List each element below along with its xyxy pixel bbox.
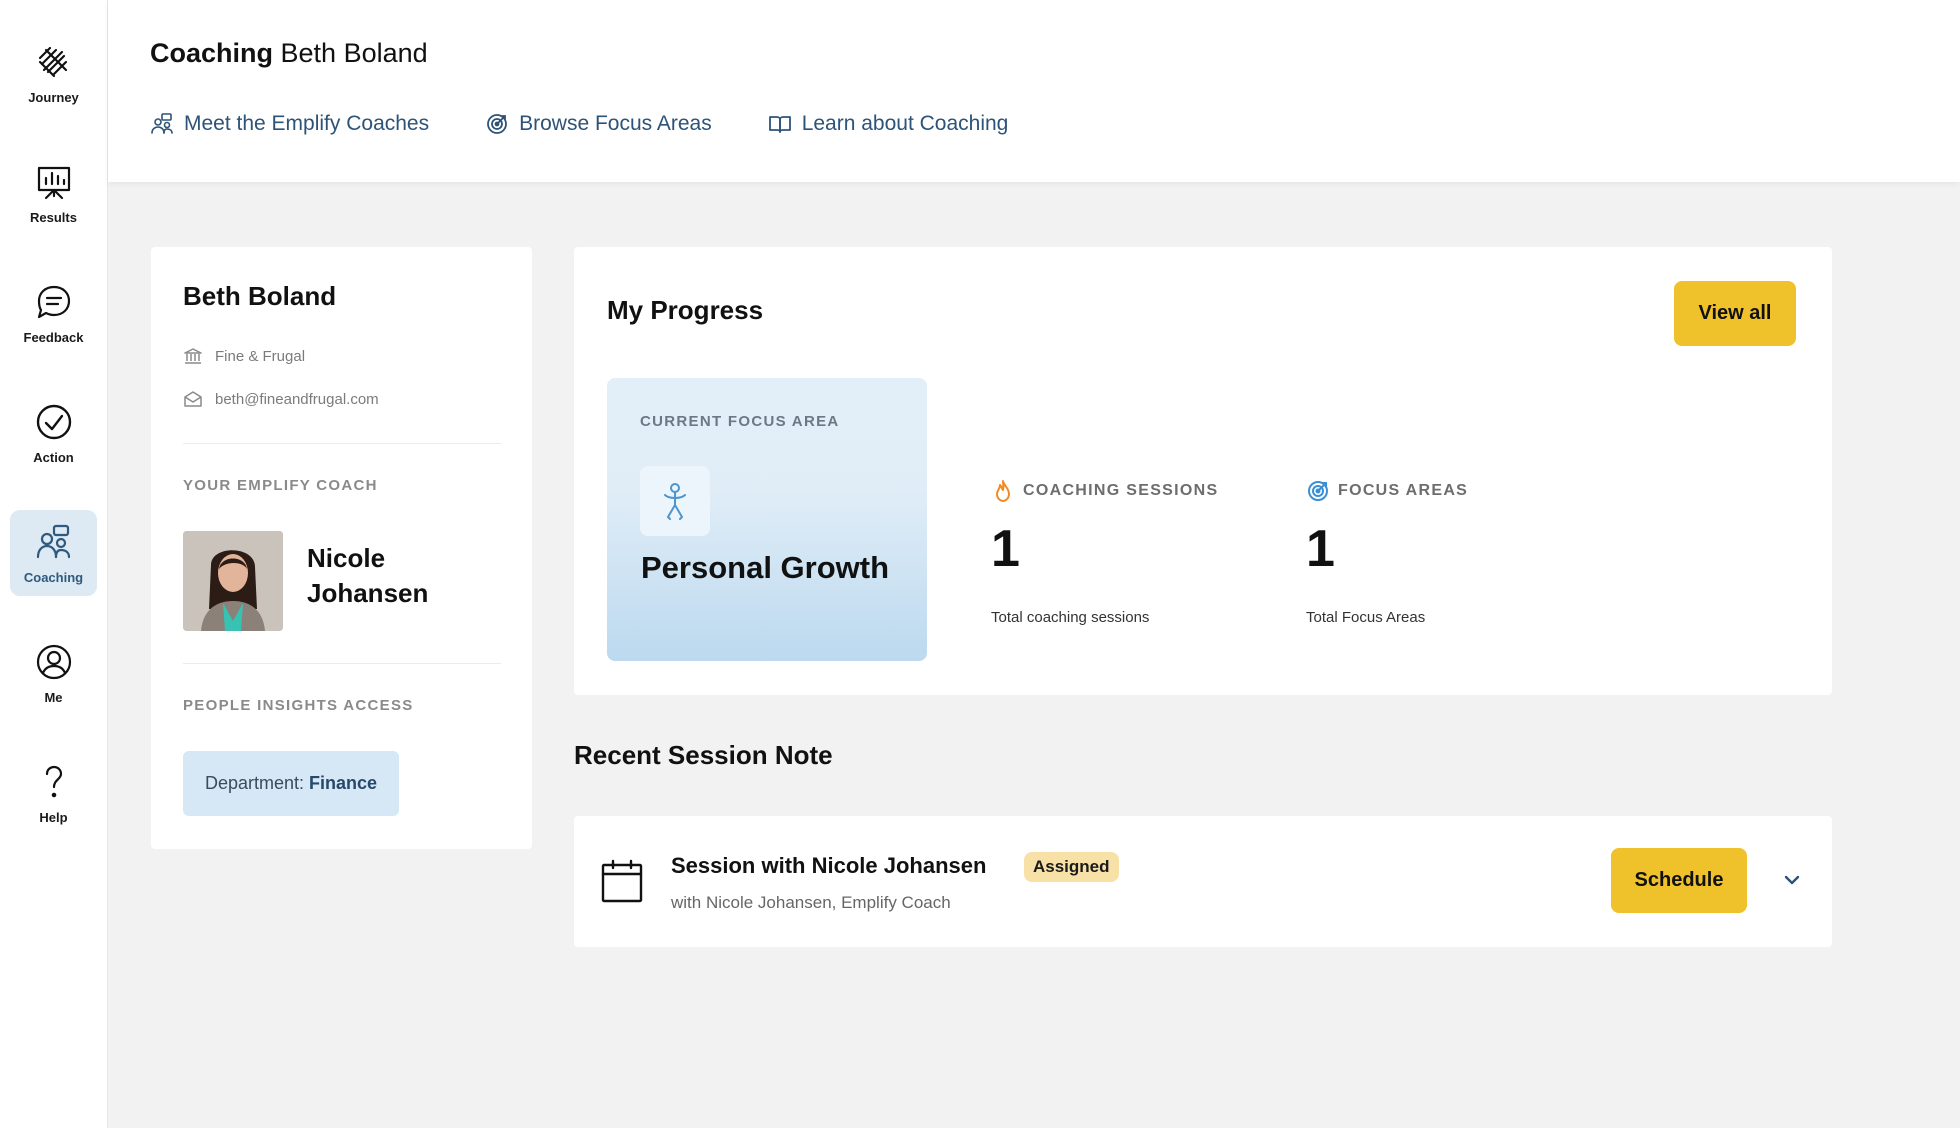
coaching-subnav: Meet the Emplify Coaches Browse Focus Ar… <box>150 112 1008 136</box>
calendar-icon <box>601 859 643 903</box>
department-value: Finance <box>309 773 378 793</box>
results-icon <box>37 166 70 199</box>
focus-areas-label-row: FOCUS AREAS <box>1306 479 1566 503</box>
profile-company-text: Fine & Frugal <box>215 347 306 365</box>
focus-area-name: Personal Growth <box>641 550 890 585</box>
focus-areas-stat: FOCUS AREAS 1 Total Focus Areas <box>1306 479 1566 626</box>
current-focus-card[interactable]: CURRENT FOCUS AREA Personal Growth <box>607 378 927 661</box>
coach-photo <box>183 531 283 631</box>
profile-name: Beth Boland <box>183 281 337 311</box>
page-title-section: Coaching <box>150 38 274 68</box>
progress-title: My Progress <box>607 295 764 325</box>
sidebar-item-me[interactable]: Me <box>10 630 97 716</box>
page-title-user: Beth Boland <box>280 38 428 68</box>
sidebar-item-label: Action <box>33 449 74 465</box>
sidebar-item-journey[interactable]: Journey <box>10 30 97 116</box>
target-icon <box>1308 481 1328 501</box>
page-title: Coaching Beth Boland <box>150 38 428 69</box>
session-title: Session with Nicole Johansen <box>671 853 987 878</box>
schedule-button[interactable]: Schedule <box>1611 848 1747 913</box>
focus-areas-value: 1 <box>1306 520 1335 578</box>
focus-label: CURRENT FOCUS AREA <box>640 413 840 430</box>
divider <box>183 443 501 444</box>
view-all-button[interactable]: View all <box>1674 281 1796 346</box>
focus-icon-tile <box>640 466 710 536</box>
coach-name[interactable]: Nicole Johansen <box>307 541 487 611</box>
profile-email-text: beth@fineandfrugal.com <box>215 390 379 408</box>
coach-avatar <box>183 531 283 631</box>
journey-icon <box>38 46 67 77</box>
coaching-sessions-label: COACHING SESSIONS <box>1023 482 1219 499</box>
access-section-label: PEOPLE INSIGHTS ACCESS <box>183 697 414 714</box>
focus-areas-caption: Total Focus Areas <box>1306 609 1426 626</box>
coach-section-label: YOUR EMPLIFY COACH <box>183 477 378 494</box>
sidebar-item-coaching[interactable]: Coaching <box>10 510 97 596</box>
browse-focus-areas-link[interactable]: Browse Focus Areas <box>485 112 712 136</box>
book-icon <box>768 116 791 133</box>
page-header: Coaching Beth Boland Meet the Emplify Co… <box>108 0 1960 182</box>
divider <box>183 663 501 664</box>
target-icon <box>487 114 508 134</box>
browse-focus-areas-label: Browse Focus Areas <box>519 112 712 135</box>
my-progress-card: My Progress View all CURRENT FOCUS AREA … <box>574 247 1832 695</box>
session-subtitle: with Nicole Johansen, Emplify Coach <box>671 893 951 912</box>
person-growth-icon <box>664 483 686 520</box>
chevron-down-icon[interactable] <box>1780 868 1804 892</box>
status-badge: Assigned <box>1024 852 1119 882</box>
department-prefix: Department: <box>205 773 305 793</box>
help-question-icon <box>45 765 62 797</box>
feedback-icon <box>37 285 70 318</box>
profile-email: beth@fineandfrugal.com <box>183 389 379 409</box>
focus-areas-label: FOCUS AREAS <box>1338 482 1469 499</box>
action-check-icon <box>36 404 71 439</box>
sidebar: Journey Results Feedback Action Coaching… <box>0 0 108 1128</box>
sidebar-item-label: Me <box>44 689 63 705</box>
meet-coaches-label: Meet the Emplify Coaches <box>184 112 430 135</box>
learn-about-coaching-link[interactable]: Learn about Coaching <box>768 112 1009 136</box>
coaching-sessions-value: 1 <box>991 520 1020 578</box>
sidebar-item-label: Results <box>30 209 77 225</box>
learn-about-coaching-label: Learn about Coaching <box>801 112 1009 135</box>
coaching-sessions-label-row: COACHING SESSIONS <box>991 479 1251 503</box>
department-badge: Department: Finance <box>183 751 400 816</box>
recent-session-title: Recent Session Note <box>574 740 833 770</box>
sidebar-item-label: Help <box>39 809 68 825</box>
session-row[interactable]: Session with Nicole Johansen Assigned wi… <box>574 816 1832 947</box>
coaching-sessions-stat: COACHING SESSIONS 1 Total coaching sessi… <box>991 479 1251 626</box>
profile-card: Beth Boland Fine & Frugal beth@fineandfr… <box>151 247 532 849</box>
coaches-icon <box>151 113 173 134</box>
user-icon <box>36 644 71 679</box>
profile-company: Fine & Frugal <box>183 346 305 366</box>
building-icon <box>184 348 202 364</box>
flame-icon <box>996 480 1010 502</box>
sidebar-item-label: Journey <box>28 89 79 105</box>
sidebar-item-feedback[interactable]: Feedback <box>10 270 97 356</box>
sidebar-item-label: Feedback <box>23 329 84 345</box>
sidebar-item-label: Coaching <box>23 569 84 585</box>
sidebar-item-results[interactable]: Results <box>10 150 97 236</box>
coaching-icon <box>36 524 70 558</box>
mail-icon <box>184 391 202 407</box>
sidebar-item-help[interactable]: Help <box>10 750 97 836</box>
sidebar-item-action[interactable]: Action <box>10 390 97 476</box>
meet-coaches-link[interactable]: Meet the Emplify Coaches <box>150 112 429 136</box>
coaching-sessions-caption: Total coaching sessions <box>991 609 1150 626</box>
